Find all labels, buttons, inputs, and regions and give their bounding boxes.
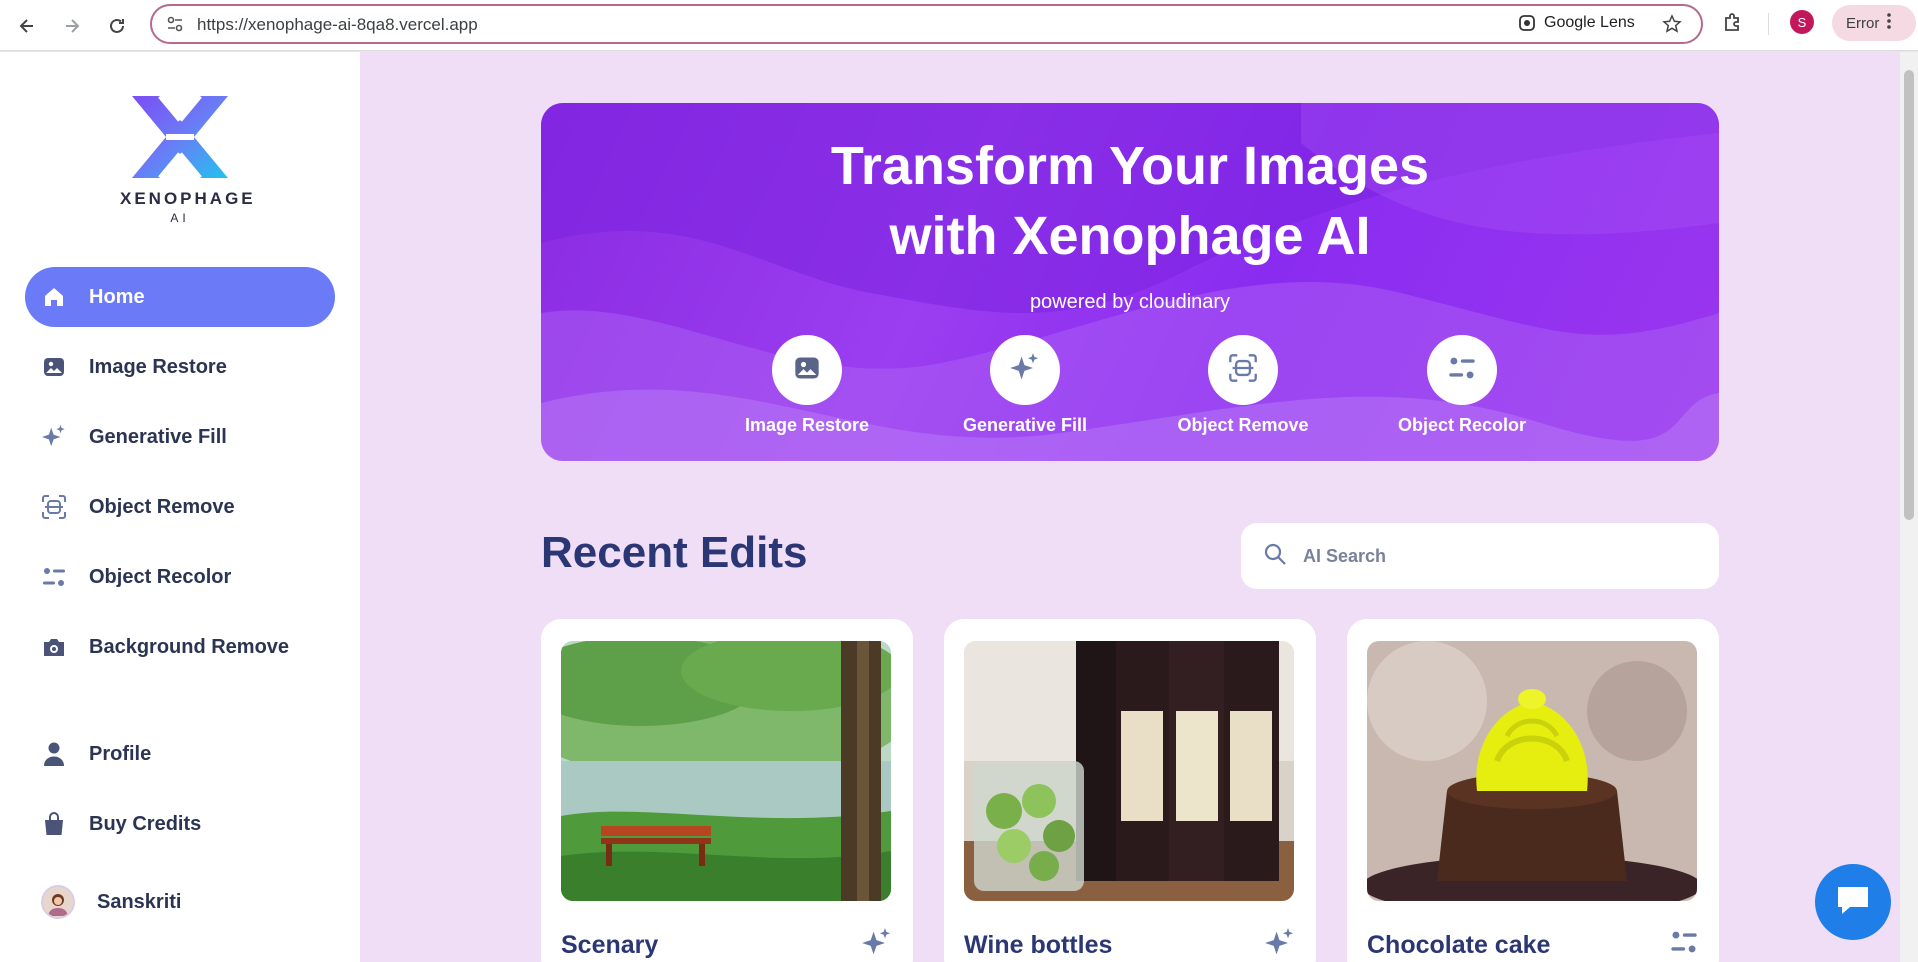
camera-icon — [41, 634, 67, 660]
chat-button[interactable] — [1815, 864, 1891, 940]
browser-toolbar: https://xenophage-ai-8qa8.vercel.app Goo… — [0, 0, 1918, 51]
sidebar-item-background-remove[interactable]: Background Remove — [25, 617, 335, 677]
search-input[interactable] — [1303, 545, 1683, 567]
sparkles-icon — [41, 424, 67, 450]
quick-action-circle[interactable] — [1427, 335, 1497, 405]
user-icon — [41, 741, 67, 767]
card-image[interactable] — [561, 641, 891, 901]
filters-icon — [1447, 353, 1477, 388]
main-content: Transform Your Images with Xenophage AI … — [360, 52, 1900, 962]
sidebar-item-object-recolor[interactable]: Object Recolor — [25, 547, 335, 607]
ai-search-box[interactable] — [1241, 523, 1719, 589]
hero-subtitle: powered by cloudinary — [1029, 291, 1231, 313]
sidebar-item-label: Profile — [89, 742, 152, 765]
profile-avatar[interactable]: S — [1790, 10, 1814, 34]
hero-title: Transform Your Images with Xenophage AI — [541, 131, 1719, 271]
page-scrollbar[interactable] — [1900, 52, 1918, 962]
error-label: Error — [1846, 14, 1880, 32]
xenophage-logo-icon — [132, 94, 228, 180]
reload-button[interactable] — [100, 9, 134, 43]
bag-icon — [41, 811, 67, 837]
image-icon — [793, 354, 821, 387]
sidebar-item-generative-fill[interactable]: Generative Fill — [25, 407, 335, 467]
google-lens-button[interactable]: Google Lens — [1518, 14, 1635, 32]
recent-edit-card-scenary[interactable]: Scenary — [541, 619, 913, 962]
back-button[interactable] — [10, 9, 44, 43]
sidebar-item-home[interactable]: Home — [25, 267, 335, 327]
quick-action-object-recolor[interactable]: Object Recolor — [1392, 335, 1532, 436]
hero-title-line2: with Xenophage AI — [889, 206, 1371, 266]
arrow-right-icon — [66, 19, 80, 33]
address-bar[interactable]: https://xenophage-ai-8qa8.vercel.app Goo… — [150, 4, 1703, 44]
site-settings-icon[interactable] — [166, 15, 184, 38]
forward-button[interactable] — [55, 9, 89, 43]
card-image[interactable] — [964, 641, 1294, 901]
sidebar-item-label: Object Remove — [89, 495, 235, 518]
sidebar-item-object-remove[interactable]: Object Remove — [25, 477, 335, 537]
url-text[interactable]: https://xenophage-ai-8qa8.vercel.app — [197, 15, 478, 35]
card-image[interactable] — [1367, 641, 1697, 901]
lens-icon — [1519, 15, 1535, 31]
sidebar-item-label: Background Remove — [89, 635, 290, 658]
landscape-bench-image — [561, 641, 891, 901]
avatar — [41, 885, 75, 919]
scan-icon — [41, 494, 67, 520]
image-icon — [41, 354, 67, 380]
sidebar-item-profile[interactable]: Profile — [25, 724, 335, 784]
card-title: Chocolate cake — [1367, 931, 1551, 959]
recent-edit-card-chocolate-cake[interactable]: Chocolate cake — [1347, 619, 1719, 962]
recent-edit-card-wine-bottles[interactable]: Wine bottles — [944, 619, 1316, 962]
filters-icon — [1669, 927, 1699, 962]
sidebar-item-buy-credits[interactable]: Buy Credits — [25, 794, 335, 854]
quick-action-generative-fill[interactable]: Generative Fill — [955, 335, 1095, 436]
recent-edits-title: Recent Edits — [541, 528, 808, 577]
reload-icon — [110, 18, 124, 33]
scrollbar-thumb[interactable] — [1904, 70, 1914, 520]
logo-text: XENOPHAGE — [120, 189, 256, 208]
sidebar-item-user[interactable]: Sanskriti — [25, 872, 335, 932]
toolbar-divider — [1768, 13, 1769, 35]
quick-action-label: Object Recolor — [1397, 415, 1527, 435]
quick-action-label: Generative Fill — [962, 415, 1088, 435]
home-icon — [41, 284, 67, 310]
search-icon — [1263, 542, 1287, 571]
sidebar-item-label: Home — [89, 285, 145, 308]
sidebar-item-label: Generative Fill — [89, 425, 227, 448]
card-title: Wine bottles — [964, 931, 1113, 959]
quick-action-circle[interactable] — [772, 335, 842, 405]
sidebar-item-label: Object Recolor — [89, 565, 232, 588]
quick-action-label: Image Restore — [744, 415, 870, 435]
arrow-left-icon — [19, 19, 33, 33]
sidebar-item-label: Image Restore — [89, 355, 227, 378]
user-name: Sanskriti — [97, 890, 182, 913]
chat-bubble-icon — [1834, 883, 1872, 922]
wine-bottles-image — [964, 641, 1294, 901]
scan-icon — [1228, 353, 1258, 388]
hero-banner: Transform Your Images with Xenophage AI … — [541, 103, 1719, 461]
sparkles-icon — [861, 927, 893, 962]
more-vert-icon — [1887, 13, 1892, 33]
card-title: Scenary — [561, 931, 659, 959]
extensions-icon[interactable] — [1722, 11, 1744, 38]
logo-subtext: AI — [170, 211, 190, 225]
quick-action-circle[interactable] — [990, 335, 1060, 405]
quick-action-object-remove[interactable]: Object Remove — [1173, 335, 1313, 436]
quick-action-label: Object Remove — [1177, 415, 1309, 435]
lens-label: Google Lens — [1544, 14, 1635, 31]
sidebar-item-label: Buy Credits — [89, 812, 202, 835]
hero-title-line1: Transform Your Images — [830, 136, 1430, 196]
chocolate-cake-image — [1367, 641, 1697, 901]
sidebar: XENOPHAGE AI Home Image Restore Generati… — [0, 52, 360, 962]
filters-icon — [41, 564, 67, 590]
sparkles-icon — [1009, 352, 1041, 389]
logo[interactable]: XENOPHAGE AI — [120, 94, 256, 225]
error-button[interactable]: Error — [1832, 5, 1916, 41]
sparkles-icon — [1264, 927, 1296, 962]
quick-action-image-restore[interactable]: Image Restore — [737, 335, 877, 436]
quick-action-circle[interactable] — [1208, 335, 1278, 405]
bookmark-star-icon[interactable] — [1662, 14, 1682, 39]
sidebar-item-image-restore[interactable]: Image Restore — [25, 337, 335, 397]
